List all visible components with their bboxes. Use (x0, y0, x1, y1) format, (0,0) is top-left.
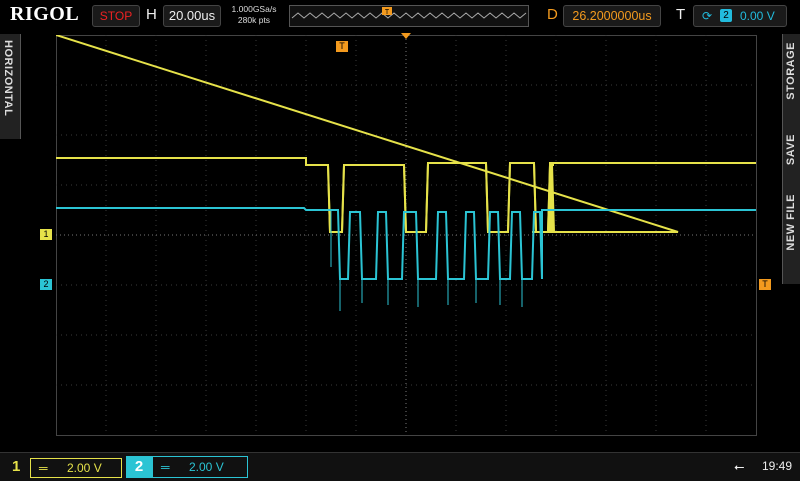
trigger-settings[interactable]: ⟳ 2 0.00 V (693, 5, 787, 27)
clock-time: 19:49 (762, 459, 793, 473)
delay-value[interactable]: 26.2000000us (563, 5, 661, 27)
sample-rate: 1.000GSa/s (231, 4, 277, 14)
delay-label: D (547, 6, 558, 23)
ch1-scale-box[interactable]: ═ 2.00 V (30, 458, 122, 478)
trigger-label: T (676, 6, 686, 23)
horizontal-label: H (146, 6, 157, 23)
memory-trigger-marker: T (385, 9, 390, 16)
ch1-offset-marker[interactable]: 1 (40, 229, 52, 240)
dc-coupling-icon: ═ (161, 460, 170, 474)
bottom-status-bar: 1 ═ 2.00 V 2 ═ 2.00 V ⭠ 19:49 (0, 452, 800, 481)
top-status-bar: RIGOL STOP H 20.00us 1.000GSa/s 280k pts… (0, 0, 800, 31)
rising-edge-icon: ⟳ (702, 9, 713, 23)
ch2-offset-marker[interactable]: 2 (40, 279, 52, 290)
storage-menu[interactable]: NEW FILE SAVE STORAGE (782, 34, 800, 284)
ch1-scale: 2.00 V (67, 461, 102, 475)
run-stop-indicator[interactable]: STOP (92, 5, 140, 27)
storage-label[interactable]: STORAGE (785, 42, 797, 100)
horizontal-menu-tab[interactable]: HORIZONTAL (0, 34, 21, 139)
save-label[interactable]: SAVE (785, 134, 797, 165)
center-position-marker (401, 33, 411, 39)
ch2-scale-box[interactable]: ═ 2.00 V (152, 456, 248, 478)
timebase-value[interactable]: 20.00us (163, 5, 221, 27)
channel-2-info[interactable]: 2 ═ 2.00 V (126, 456, 248, 478)
new-file-label[interactable]: NEW FILE (785, 194, 797, 251)
waveform-display[interactable] (55, 34, 757, 436)
brand-logo: RIGOL (10, 3, 80, 25)
ch2-scale: 2.00 V (189, 460, 224, 474)
sample-info: 1.000GSa/s 280k pts (228, 4, 280, 26)
horizontal-menu-label: HORIZONTAL (2, 40, 14, 117)
trigger-level-marker[interactable]: T (759, 279, 771, 290)
trigger-position-marker[interactable]: T (336, 41, 348, 52)
ch2-number: 2 (126, 456, 152, 478)
channel-1-info[interactable]: 1 ═ 2.00 V (0, 456, 122, 478)
usb-icon: ⭠ (734, 459, 745, 474)
dc-coupling-icon: ═ (39, 461, 48, 475)
trigger-level: 0.00 V (740, 9, 775, 23)
memory-depth: 280k pts (237, 15, 271, 25)
trigger-source: 2 (720, 9, 732, 22)
ch1-number: 1 (12, 458, 21, 475)
memory-overview: T (289, 5, 529, 27)
